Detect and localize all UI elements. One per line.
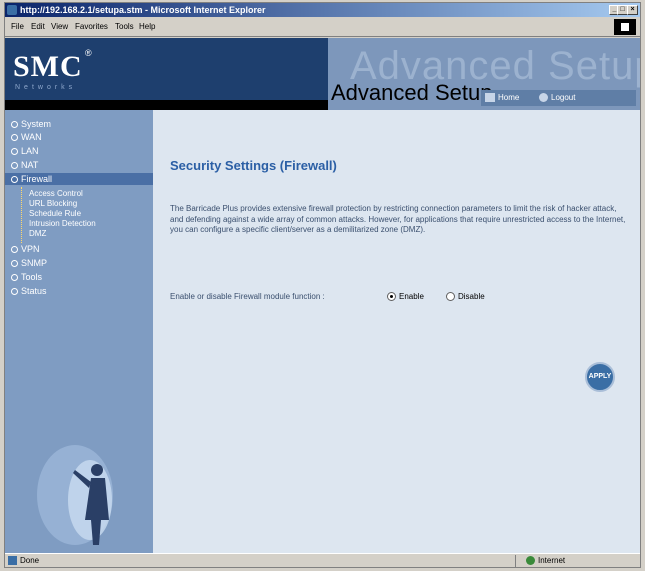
bullet-icon xyxy=(11,162,18,169)
logout-icon[interactable] xyxy=(539,93,548,102)
status-bar: Done Internet xyxy=(5,553,640,567)
windows-logo-icon xyxy=(614,19,636,35)
page-header: SMC ® Networks Advanced Setup Advanced S… xyxy=(5,38,640,110)
logo-networks-text: Networks xyxy=(15,84,77,91)
registered-mark: ® xyxy=(85,48,92,58)
smc-logo: SMC xyxy=(13,50,83,83)
page-icon xyxy=(8,556,17,565)
window-title: http://192.168.2.1/setupa.stm - Microsof… xyxy=(20,5,266,15)
bullet-icon xyxy=(11,134,18,141)
sidebar-item-firewall[interactable]: Firewall xyxy=(5,173,153,185)
apply-button[interactable]: APPLY xyxy=(585,362,615,392)
header-links: Home Logout xyxy=(481,90,636,106)
firewall-description: The Barricade Plus provides extensive fi… xyxy=(170,204,626,234)
enable-radio-label[interactable]: Enable xyxy=(399,292,424,301)
logout-link[interactable]: Logout xyxy=(551,93,575,102)
sidebar-sub-url-blocking[interactable]: URL Blocking xyxy=(29,199,77,209)
browser-viewport: SMC ® Networks Advanced Setup Advanced S… xyxy=(5,38,640,553)
bullet-icon xyxy=(11,260,18,267)
menu-bar: File Edit View Favorites Tools Help xyxy=(5,17,640,37)
bullet-icon xyxy=(11,288,18,295)
internet-zone-icon xyxy=(526,556,535,565)
title-bar: http://192.168.2.1/setupa.stm - Microsof… xyxy=(5,3,640,17)
menu-file[interactable]: File xyxy=(11,22,24,31)
sidebar-item-status[interactable]: Status xyxy=(11,285,47,297)
sidebar-sub-intrusion-detection[interactable]: Intrusion Detection xyxy=(29,219,96,229)
sub-tree-line xyxy=(21,187,22,243)
banner-title: Advanced Setup xyxy=(331,80,493,106)
bullet-icon xyxy=(11,121,18,128)
status-divider xyxy=(515,555,516,567)
sidebar-item-nat[interactable]: NAT xyxy=(11,159,38,171)
bullet-icon xyxy=(11,274,18,281)
status-text: Done xyxy=(20,556,40,565)
page-title: Security Settings (Firewall) xyxy=(170,158,337,173)
ie-icon xyxy=(7,5,17,15)
disable-radio-label[interactable]: Disable xyxy=(458,292,485,301)
home-icon[interactable] xyxy=(485,93,495,102)
person-illustration xyxy=(35,440,125,550)
menu-tools[interactable]: Tools xyxy=(115,22,134,31)
sidebar-item-tools[interactable]: Tools xyxy=(11,271,42,283)
sidebar-item-vpn[interactable]: VPN xyxy=(11,243,40,255)
close-button[interactable]: × xyxy=(627,5,638,15)
sidebar-item-system[interactable]: System xyxy=(11,118,51,130)
zone-text: Internet xyxy=(538,556,566,565)
enable-radio[interactable] xyxy=(387,292,396,301)
bullet-icon xyxy=(11,246,18,253)
disable-radio[interactable] xyxy=(446,292,455,301)
sidebar-sub-access-control[interactable]: Access Control xyxy=(29,189,83,199)
sidebar-item-snmp[interactable]: SNMP xyxy=(11,257,47,269)
bullet-icon xyxy=(11,176,18,183)
sidebar-sub-dmz[interactable]: DMZ xyxy=(29,229,46,239)
sidebar-item-wan[interactable]: WAN xyxy=(11,131,42,143)
menu-view[interactable]: View xyxy=(51,22,68,31)
browser-window: http://192.168.2.1/setupa.stm - Microsof… xyxy=(4,2,641,568)
sidebar-item-lan[interactable]: LAN xyxy=(11,145,39,157)
menu-help[interactable]: Help xyxy=(139,22,155,31)
home-link[interactable]: Home xyxy=(498,93,519,102)
firewall-toggle-label: Enable or disable Firewall module functi… xyxy=(170,292,325,301)
sidebar-sub-schedule-rule[interactable]: Schedule Rule xyxy=(29,209,81,219)
sidebar: System WAN LAN NAT Firewall Access Contr… xyxy=(5,110,153,553)
menu-favorites[interactable]: Favorites xyxy=(75,22,108,31)
main-content: Security Settings (Firewall) The Barrica… xyxy=(153,110,640,553)
bullet-icon xyxy=(11,148,18,155)
menu-edit[interactable]: Edit xyxy=(31,22,45,31)
header-divider xyxy=(5,100,328,110)
